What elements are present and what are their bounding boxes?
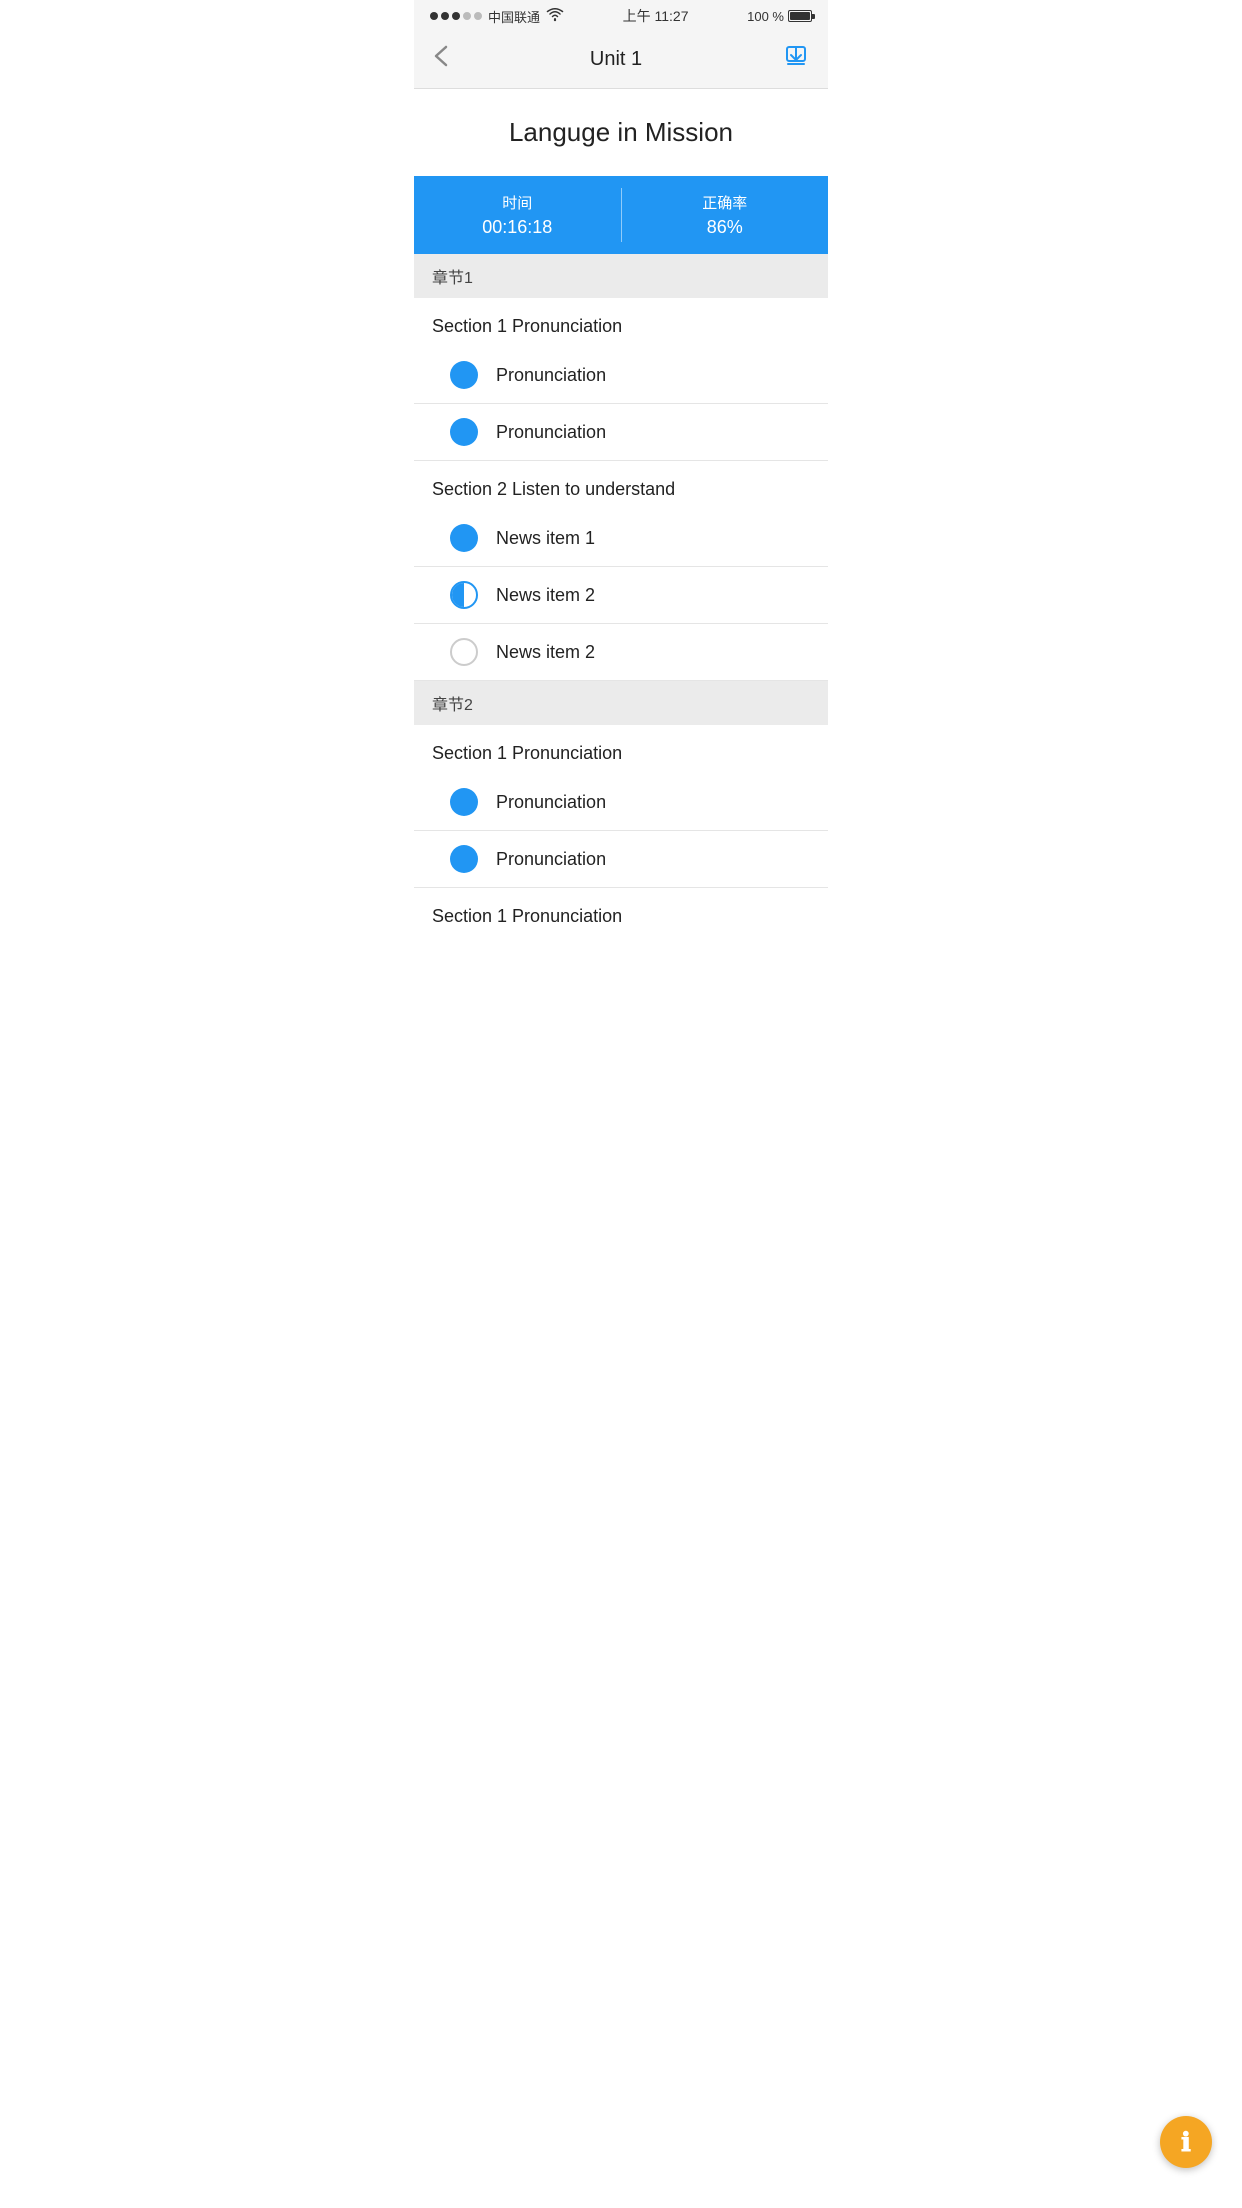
section-title-2-1: Section 1 Pronunciation: [414, 725, 828, 774]
download-button[interactable]: [780, 40, 812, 78]
list-item[interactable]: Pronunciation: [414, 347, 828, 404]
list-item[interactable]: News item 2: [414, 567, 828, 624]
item-label: Pronunciation: [496, 365, 606, 386]
item-label: News item 1: [496, 528, 595, 549]
chapter-header-2: 章节2: [414, 681, 828, 725]
content-area: 章节1Section 1 PronunciationPronunciationP…: [414, 254, 828, 937]
dot-4: [463, 12, 471, 20]
item-icon-empty: [450, 638, 478, 666]
dot-2: [441, 12, 449, 20]
item-label: Pronunciation: [496, 849, 606, 870]
item-label: News item 2: [496, 642, 595, 663]
section-title-2-2: Section 1 Pronunciation: [414, 888, 828, 937]
page-title: Unit 1: [590, 48, 642, 71]
item-icon-full: [450, 788, 478, 816]
item-icon-full: [450, 524, 478, 552]
status-time: 上午 11:27: [623, 6, 689, 26]
battery-fill: [790, 12, 810, 20]
list-item[interactable]: Pronunciation: [414, 774, 828, 831]
accuracy-value: 86%: [707, 217, 743, 238]
item-icon-full: [450, 361, 478, 389]
item-icon-half: [450, 581, 478, 609]
accuracy-stat: 正确率 86%: [622, 176, 829, 254]
carrier-label: 中国联通: [488, 7, 540, 26]
signal-dots: [430, 12, 482, 20]
item-label: Pronunciation: [496, 792, 606, 813]
chapter-header-1: 章节1: [414, 254, 828, 298]
section-title-1-2: Section 2 Listen to understand: [414, 461, 828, 510]
course-title: Languge in Mission: [414, 89, 828, 176]
nav-bar: Unit 1: [414, 30, 828, 89]
back-button[interactable]: [430, 41, 452, 77]
dot-3: [452, 12, 460, 20]
item-label: Pronunciation: [496, 422, 606, 443]
list-item[interactable]: Pronunciation: [414, 404, 828, 461]
wifi-icon: [546, 8, 564, 25]
time-value: 00:16:18: [482, 217, 552, 238]
dot-5: [474, 12, 482, 20]
list-item[interactable]: News item 1: [414, 510, 828, 567]
status-right: 100 %: [747, 9, 812, 24]
dot-1: [430, 12, 438, 20]
battery-icon: [788, 10, 812, 22]
accuracy-label: 正确率: [702, 192, 747, 213]
status-left: 中国联通: [430, 7, 564, 26]
status-bar: 中国联通 上午 11:27 100 %: [414, 0, 828, 30]
list-item[interactable]: News item 2: [414, 624, 828, 681]
section-title-1-1: Section 1 Pronunciation: [414, 298, 828, 347]
info-button[interactable]: ℹ: [1160, 2116, 1212, 2168]
item-icon-full: [450, 845, 478, 873]
list-item[interactable]: Pronunciation: [414, 831, 828, 888]
stats-bar: 时间 00:16:18 正确率 86%: [414, 176, 828, 254]
time-stat: 时间 00:16:18: [414, 176, 621, 254]
time-label: 时间: [502, 192, 532, 213]
item-icon-full: [450, 418, 478, 446]
item-label: News item 2: [496, 585, 595, 606]
battery-percentage: 100 %: [747, 9, 784, 24]
